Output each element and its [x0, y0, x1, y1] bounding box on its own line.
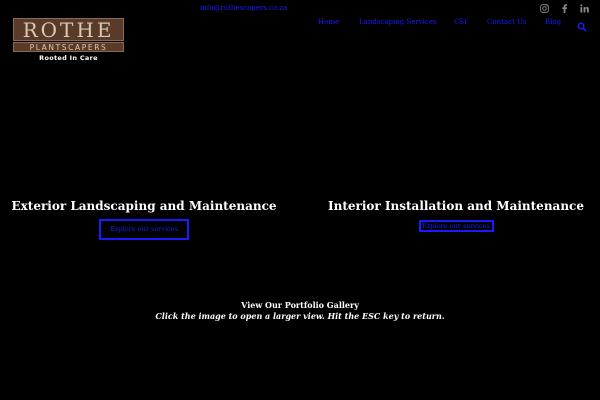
explore-services-button[interactable]: Explore our services [99, 219, 189, 240]
gallery-hint: Click the image to open a larger view. H… [155, 311, 445, 321]
gallery-title: View Our Portfolio Gallery [241, 300, 359, 310]
nav-item-blog[interactable]: Blog [545, 18, 561, 26]
instagram-icon[interactable] [538, 2, 550, 14]
email-link[interactable]: info@rothescapers.co.za [200, 4, 287, 12]
nav-item-home[interactable]: Home [318, 18, 339, 26]
nav-item-landscaping-services[interactable]: Landscaping Services [359, 18, 437, 26]
nav-item-csi[interactable]: CSI [454, 18, 467, 26]
social-links [538, 2, 590, 14]
service-title: Exterior Landscaping and Maintenance [11, 199, 277, 213]
linkedin-icon[interactable] [578, 2, 590, 14]
service-exterior: Exterior Landscaping and Maintenance Exp… [0, 199, 294, 240]
logo-tagline: Rooted In Care [39, 54, 98, 62]
service-title: Interior Installation and Maintenance [328, 199, 584, 213]
service-interior: Interior Installation and Maintenance Ex… [306, 199, 600, 232]
nav-item-contact-us[interactable]: Contact Us [487, 18, 527, 26]
explore-services-button[interactable]: Explore our services [418, 220, 494, 232]
facebook-icon[interactable] [558, 2, 570, 14]
search-icon[interactable] [577, 17, 589, 32]
logo-subtitle: PLANTSCAPERS [13, 42, 124, 52]
portfolio-gallery: View Our Portfolio Gallery Click the ima… [0, 300, 600, 321]
main-nav: Home Landscaping Services CSI Contact Us… [0, 17, 600, 32]
